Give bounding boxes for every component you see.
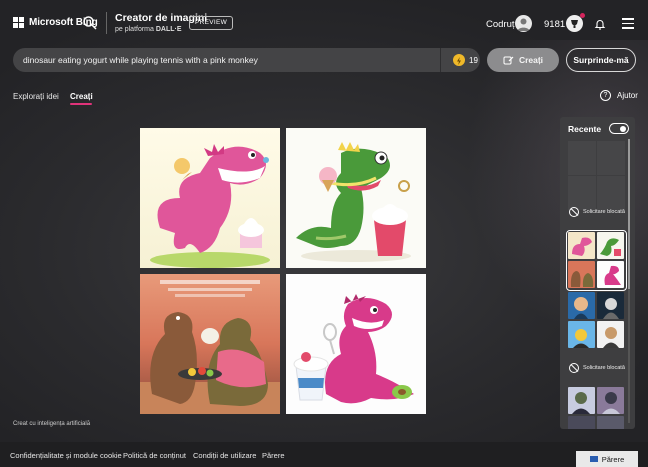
active-tab-indicator [70,103,92,105]
create-sparkle-icon [503,56,514,64]
blocked-icon [569,207,579,217]
blocked-icon [569,363,579,373]
recent-panel: Recente Solicitare blocată Solicitare bl… [560,117,635,429]
ai-created-note: Creat cu inteligența artificială [13,421,91,427]
result-image-4[interactable] [286,274,426,414]
pink-dinosaur-with-yogurt-cup-image [286,274,426,414]
blocked-label: Solicitare blocată [583,209,625,215]
question-icon: ? [600,90,611,101]
footer: Confidențialitate și module cookie Polit… [0,442,648,467]
result-image-3[interactable] [140,274,280,414]
create-button-label: Creați [518,55,544,65]
search-icon[interactable] [82,15,98,31]
top-header: Microsoft Bing Creator de imagini pe pla… [0,0,648,46]
boost-bolt-icon [453,54,465,66]
help-label: Ajutor [617,91,638,100]
recent-set-empty[interactable] [568,141,625,211]
create-button[interactable]: Creați [487,48,559,72]
feedback-button[interactable]: Părere [576,451,638,467]
feedback-button-label: Părere [601,454,625,464]
rewards-points[interactable]: 9181 [544,19,565,30]
feedback-chat-icon [589,456,598,462]
blocked-request-2: Solicitare blocată [569,363,625,373]
blocked-label: Solicitare blocată [583,365,625,371]
footer-link-terms[interactable]: Condiții de utilizare [193,451,256,460]
boost-count: 19 [469,55,478,65]
user-name[interactable]: Codruț [486,19,515,30]
header-divider [106,12,107,34]
avatar[interactable] [515,15,532,32]
tab-create[interactable]: Creați [70,92,93,101]
help-link[interactable]: ? Ajutor [600,90,638,101]
footer-link-content-policy[interactable]: Politică de conținut [123,451,186,460]
tab-explore-ideas[interactable]: Explorați idei [13,92,59,101]
blocked-request-1: Solicitare blocată [569,207,625,217]
surprise-me-button[interactable]: Surprinde-mă [566,48,636,72]
prompt-divider [440,48,441,72]
recent-set-2[interactable] [568,292,625,349]
result-image-2[interactable] [286,128,426,268]
user-icon [517,18,530,31]
bell-icon[interactable] [594,18,606,30]
preview-badge: PREVIEW [189,16,234,30]
app-subtitle-brand: DALL·E [155,26,182,33]
dinosaurs-eating-ice-cream-image [140,274,280,414]
microsoft-logo-icon [13,17,24,28]
recent-set-3[interactable] [568,387,625,429]
prompt-input[interactable] [23,48,433,72]
footer-link-privacy[interactable]: Confidențialitate și module cookie [10,451,122,460]
pink-dinosaur-with-ice-cream-image [140,128,280,268]
recent-scrollbar-thumb[interactable] [628,139,630,289]
green-dinosaur-with-yogurt-cup-image [286,128,426,268]
recent-title: Recente [568,124,602,134]
result-image-1[interactable] [140,128,280,268]
recent-toggle[interactable] [609,123,629,134]
boost-counter[interactable]: 19 [453,54,478,66]
recent-set-current[interactable] [566,230,627,291]
notification-dot [580,13,585,18]
footer-link-feedback[interactable]: Părere [262,451,285,460]
app-subtitle-prefix: pe platforma [115,26,154,33]
prompt-bar: 19 [13,48,480,72]
hamburger-menu-icon[interactable] [622,18,634,29]
